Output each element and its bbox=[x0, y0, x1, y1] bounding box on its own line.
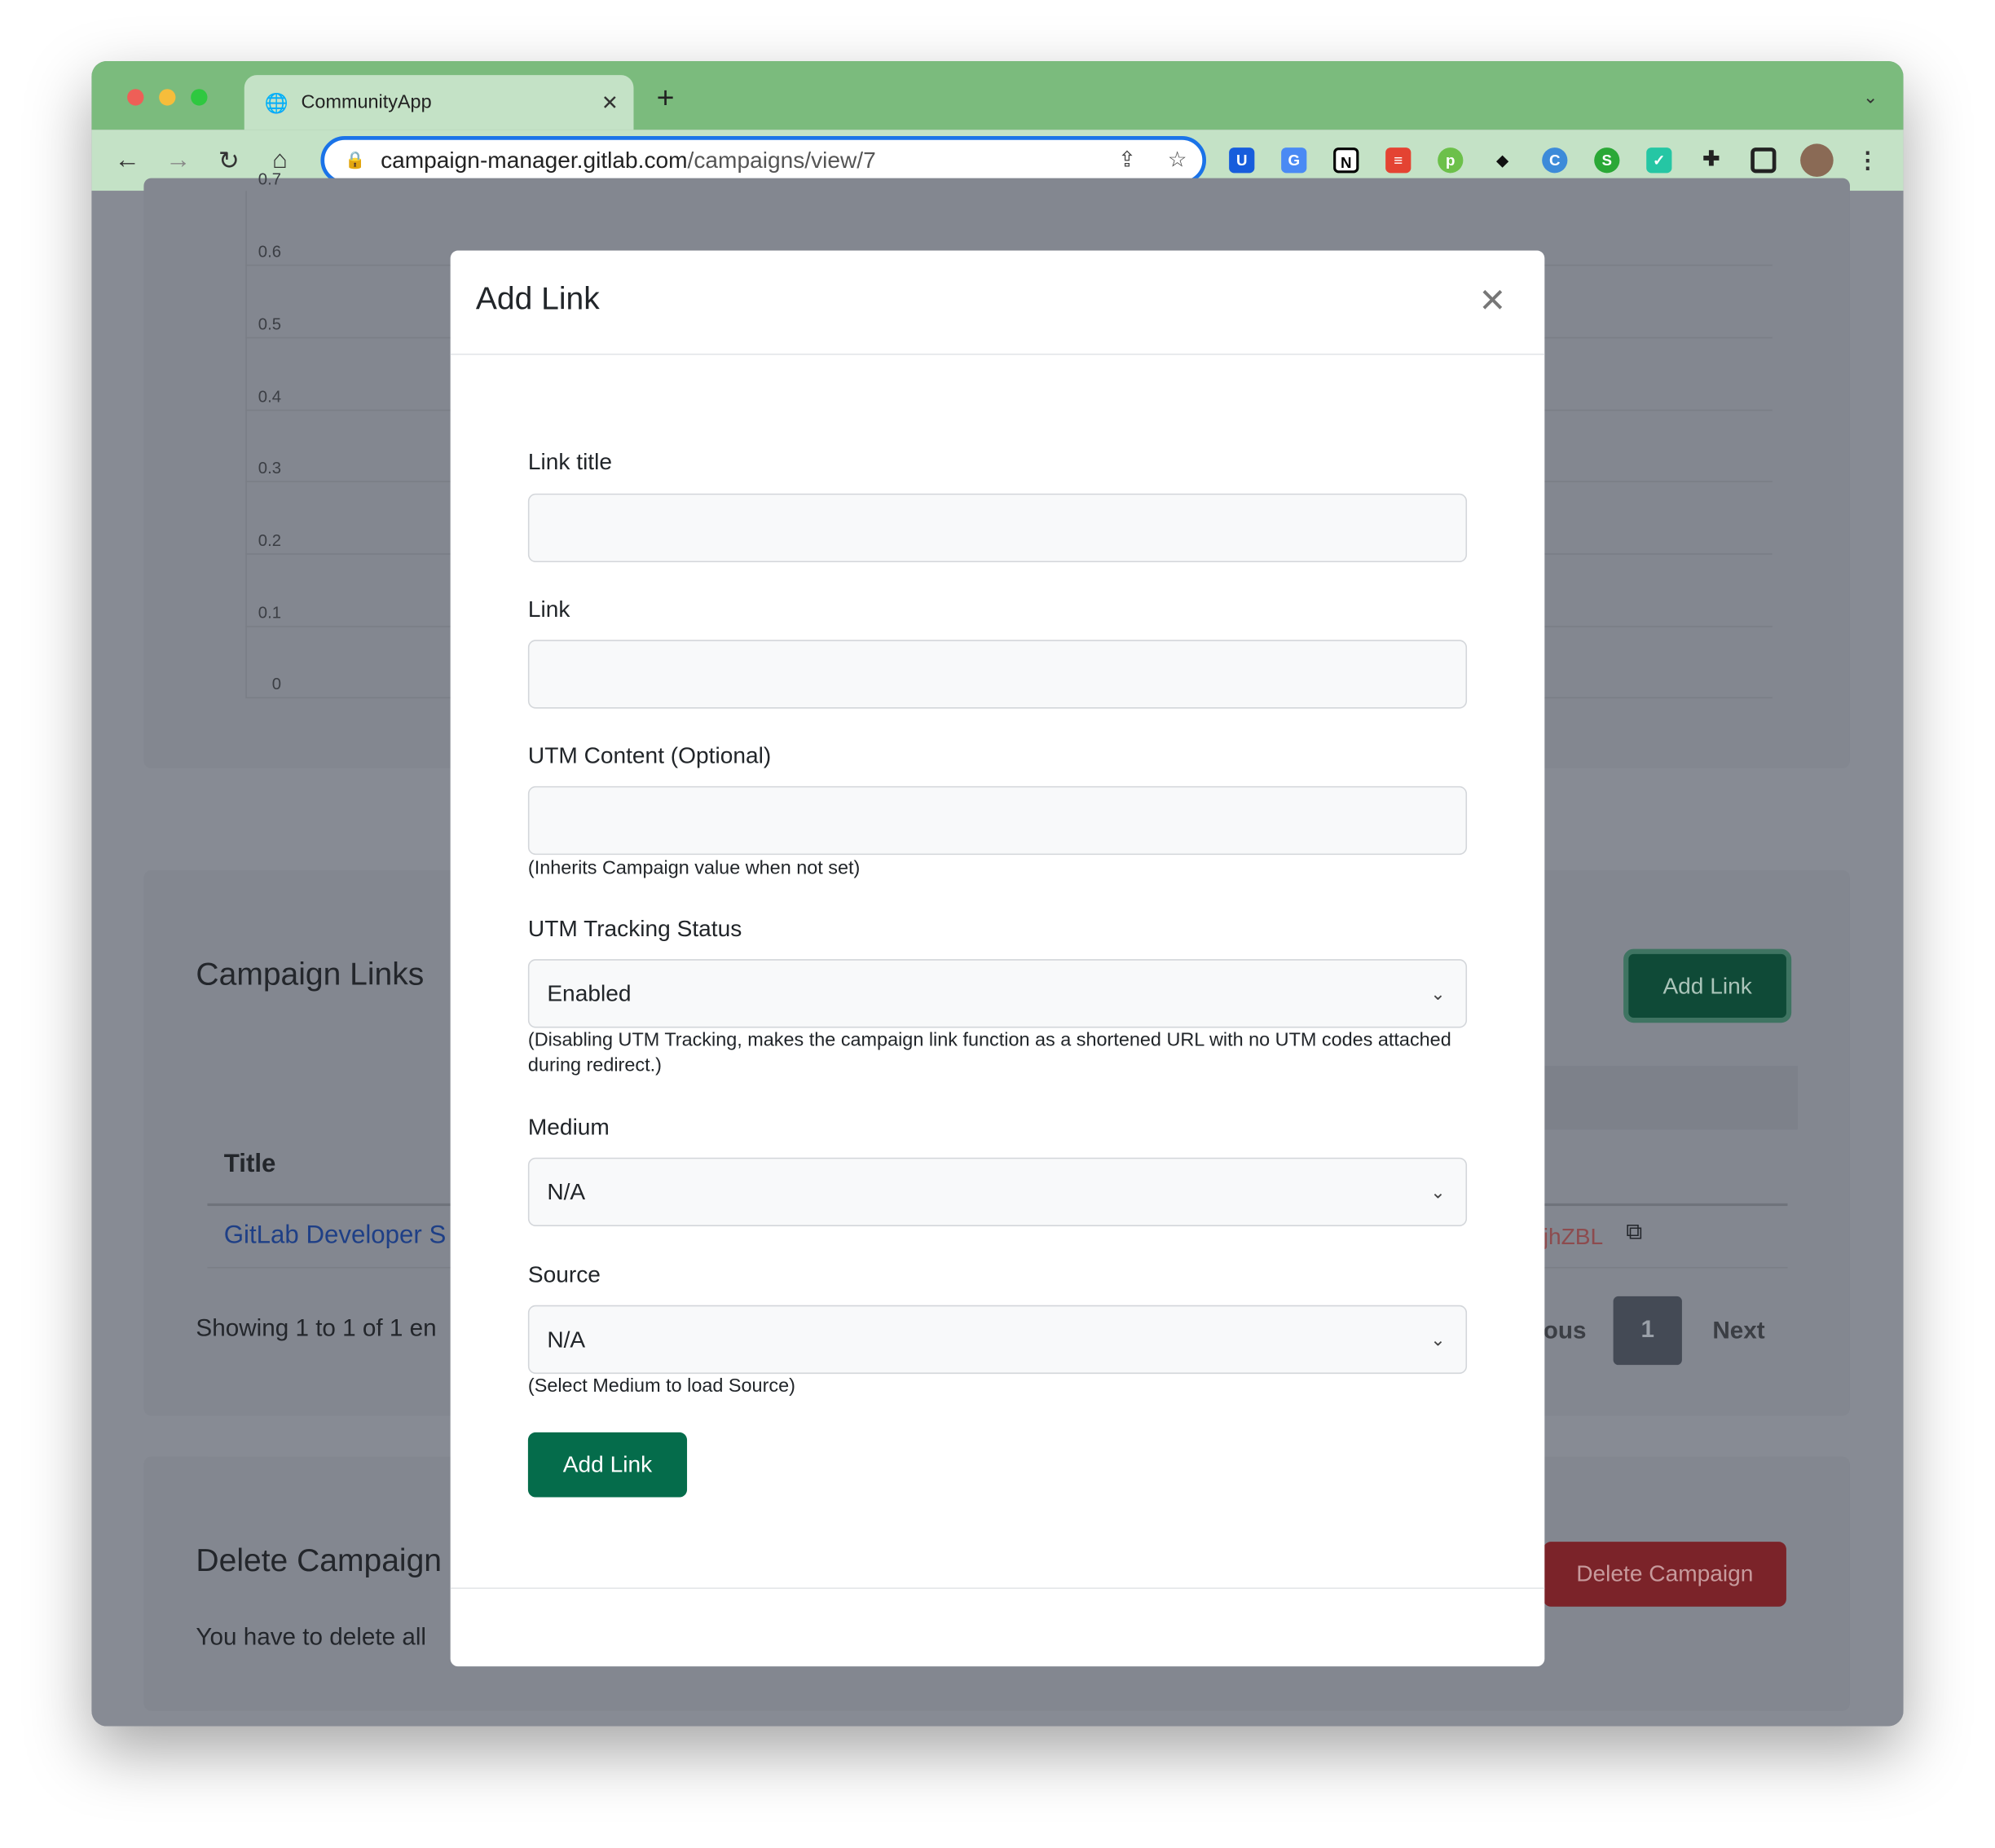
extension-check-icon[interactable]: ✓ bbox=[1646, 147, 1672, 174]
y-tick: 0.7 bbox=[258, 169, 282, 189]
tab-bar: 🌐 CommunityApp ✕ + ⌄ bbox=[91, 60, 1904, 130]
close-icon[interactable]: ✕ bbox=[1478, 281, 1506, 320]
maximize-window-button[interactable] bbox=[191, 89, 208, 106]
copy-icon[interactable]: ⧉ bbox=[1626, 1219, 1642, 1246]
forward-icon[interactable]: → bbox=[152, 146, 203, 175]
medium-value: N/A bbox=[547, 1178, 586, 1204]
new-tab-icon[interactable]: + bbox=[657, 81, 675, 117]
close-tab-icon[interactable]: ✕ bbox=[601, 90, 619, 115]
modal-footer bbox=[450, 1587, 1545, 1589]
delete-info: You have to delete all bbox=[196, 1624, 427, 1652]
bookmark-star-icon[interactable]: ☆ bbox=[1168, 147, 1187, 173]
y-tick: 0.5 bbox=[258, 314, 282, 334]
bitwarden-icon[interactable]: U bbox=[1229, 147, 1255, 174]
translate-icon[interactable]: G bbox=[1281, 147, 1307, 174]
url-host: campaign-manager.gitlab.com bbox=[381, 147, 688, 173]
source-label: Source bbox=[527, 1261, 601, 1287]
back-icon[interactable]: ← bbox=[102, 146, 152, 175]
link-input[interactable] bbox=[527, 640, 1468, 709]
menu-dots-icon[interactable]: ⋮ bbox=[1855, 147, 1880, 173]
tab-list-chevron-icon[interactable]: ⌄ bbox=[1863, 86, 1878, 108]
section-title: Delete Campaign bbox=[196, 1542, 443, 1579]
link-title[interactable]: GitLab Developer S bbox=[224, 1221, 447, 1251]
column-header-title: Title bbox=[223, 1150, 276, 1178]
layers-icon[interactable]: ◆ bbox=[1490, 147, 1515, 173]
share-icon[interactable]: ⇪ bbox=[1118, 147, 1136, 173]
extension-c-icon[interactable]: C bbox=[1542, 147, 1568, 174]
tab-title: CommunityApp bbox=[301, 91, 432, 113]
source-help: (Select Medium to load Source) bbox=[527, 1375, 795, 1397]
link-title-label: Link title bbox=[527, 449, 613, 475]
close-window-button[interactable] bbox=[127, 89, 144, 106]
globe-icon: 🌐 bbox=[264, 92, 288, 114]
medium-label: Medium bbox=[527, 1114, 610, 1140]
y-tick: 0.4 bbox=[258, 386, 282, 407]
previous-page-button[interactable]: ous bbox=[1544, 1318, 1587, 1345]
add-link-submit-button[interactable]: Add Link bbox=[527, 1432, 688, 1498]
chevron-down-icon: ⌄ bbox=[1430, 1181, 1446, 1202]
page-1-button[interactable]: 1 bbox=[1613, 1296, 1682, 1366]
y-tick: 0.2 bbox=[258, 530, 282, 550]
y-tick: 0.6 bbox=[258, 241, 282, 262]
avatar[interactable] bbox=[1800, 143, 1834, 178]
extension-s-icon[interactable]: S bbox=[1594, 147, 1620, 174]
utm-status-value: Enabled bbox=[547, 979, 632, 1006]
utm-status-help: (Disabling UTM Tracking, makes the campa… bbox=[527, 1029, 1451, 1076]
y-tick: 0 bbox=[271, 674, 282, 693]
short-code: jhZBL bbox=[1543, 1223, 1604, 1250]
delete-campaign-button[interactable]: Delete Campaign bbox=[1543, 1542, 1786, 1607]
next-page-button[interactable]: Next bbox=[1712, 1318, 1764, 1345]
utm-content-label: UTM Content (Optional) bbox=[527, 742, 772, 768]
link-label: Link bbox=[527, 596, 570, 623]
chevron-down-icon: ⌄ bbox=[1430, 983, 1446, 1004]
puzzle-icon[interactable]: ✚ bbox=[1698, 147, 1724, 173]
add-link-button[interactable]: Add Link bbox=[1623, 948, 1792, 1023]
source-value: N/A bbox=[547, 1326, 586, 1352]
source-select[interactable]: N/A ⌄ bbox=[527, 1305, 1468, 1375]
section-title: Campaign Links bbox=[196, 957, 425, 992]
todoist-icon[interactable]: ≡ bbox=[1385, 147, 1411, 174]
utm-status-label: UTM Tracking Status bbox=[527, 916, 742, 942]
y-tick: 0.1 bbox=[258, 603, 282, 623]
y-tick: 0.3 bbox=[258, 458, 282, 477]
browser-tab[interactable]: 🌐 CommunityApp ✕ bbox=[244, 75, 634, 130]
medium-select[interactable]: N/A ⌄ bbox=[527, 1157, 1468, 1226]
url-path: /campaigns/view/7 bbox=[687, 147, 876, 173]
sidebar-icon[interactable] bbox=[1751, 147, 1777, 174]
pagination-info: Showing 1 to 1 of 1 en bbox=[196, 1315, 437, 1343]
address-bar[interactable]: 🔒 campaign-manager.gitlab.com/campaigns/… bbox=[320, 136, 1207, 185]
minimize-window-button[interactable] bbox=[159, 89, 176, 106]
notion-icon[interactable]: N bbox=[1333, 147, 1359, 174]
modal-title: Add Link bbox=[475, 281, 600, 317]
chevron-down-icon: ⌄ bbox=[1430, 1328, 1446, 1349]
add-link-modal: Add Link ✕ Link title Link UTM Content (… bbox=[450, 250, 1545, 1667]
lock-icon: 🔒 bbox=[345, 150, 366, 169]
link-title-input[interactable] bbox=[527, 493, 1468, 563]
extension-p-icon[interactable]: p bbox=[1438, 147, 1464, 174]
utm-content-help: (Inherits Campaign value when not set) bbox=[527, 857, 861, 879]
utm-status-select[interactable]: Enabled ⌄ bbox=[527, 959, 1468, 1028]
utm-content-input[interactable] bbox=[527, 785, 1468, 856]
